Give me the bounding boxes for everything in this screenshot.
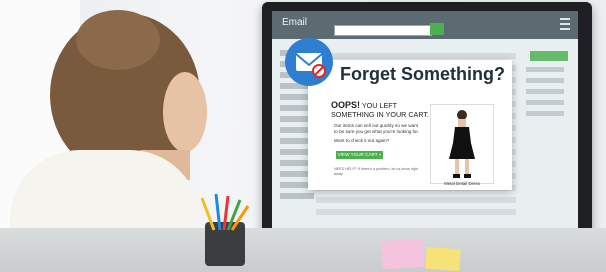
- pencils: [200, 193, 250, 231]
- popup-prompt: Want to check it out again?: [334, 138, 390, 143]
- compose-button: [530, 51, 568, 61]
- product-image: [430, 104, 494, 184]
- oops-heading: OOPS! YOU LEFT SOMETHING IN YOUR CART.: [331, 100, 429, 120]
- product-name: Metal Detail Dress: [444, 181, 480, 186]
- search-input: [334, 25, 432, 36]
- search-button: [430, 23, 444, 35]
- view-cart-button: VIEW YOUR CART »: [336, 151, 383, 159]
- popup-body: Our items can sell out quickly so we wan…: [334, 123, 419, 134]
- oops-bold: OOPS!: [331, 100, 361, 110]
- envelope-icon: [285, 38, 333, 86]
- photo-scene: Email Forget Something? OOPS! YOU LEFT S…: [0, 0, 606, 272]
- sticky-note-pink: [381, 238, 425, 270]
- email-title: Email: [282, 17, 308, 28]
- email-header-bar: Email: [272, 11, 578, 39]
- fine-print: NEED HELP? If there's a problem, let us …: [334, 167, 419, 176]
- right-panel: [518, 51, 572, 116]
- sticky-note-yellow: [425, 246, 461, 272]
- popup-headline: Forget Something?: [340, 64, 505, 84]
- desk: [0, 228, 606, 272]
- hamburger-icon: [560, 18, 570, 30]
